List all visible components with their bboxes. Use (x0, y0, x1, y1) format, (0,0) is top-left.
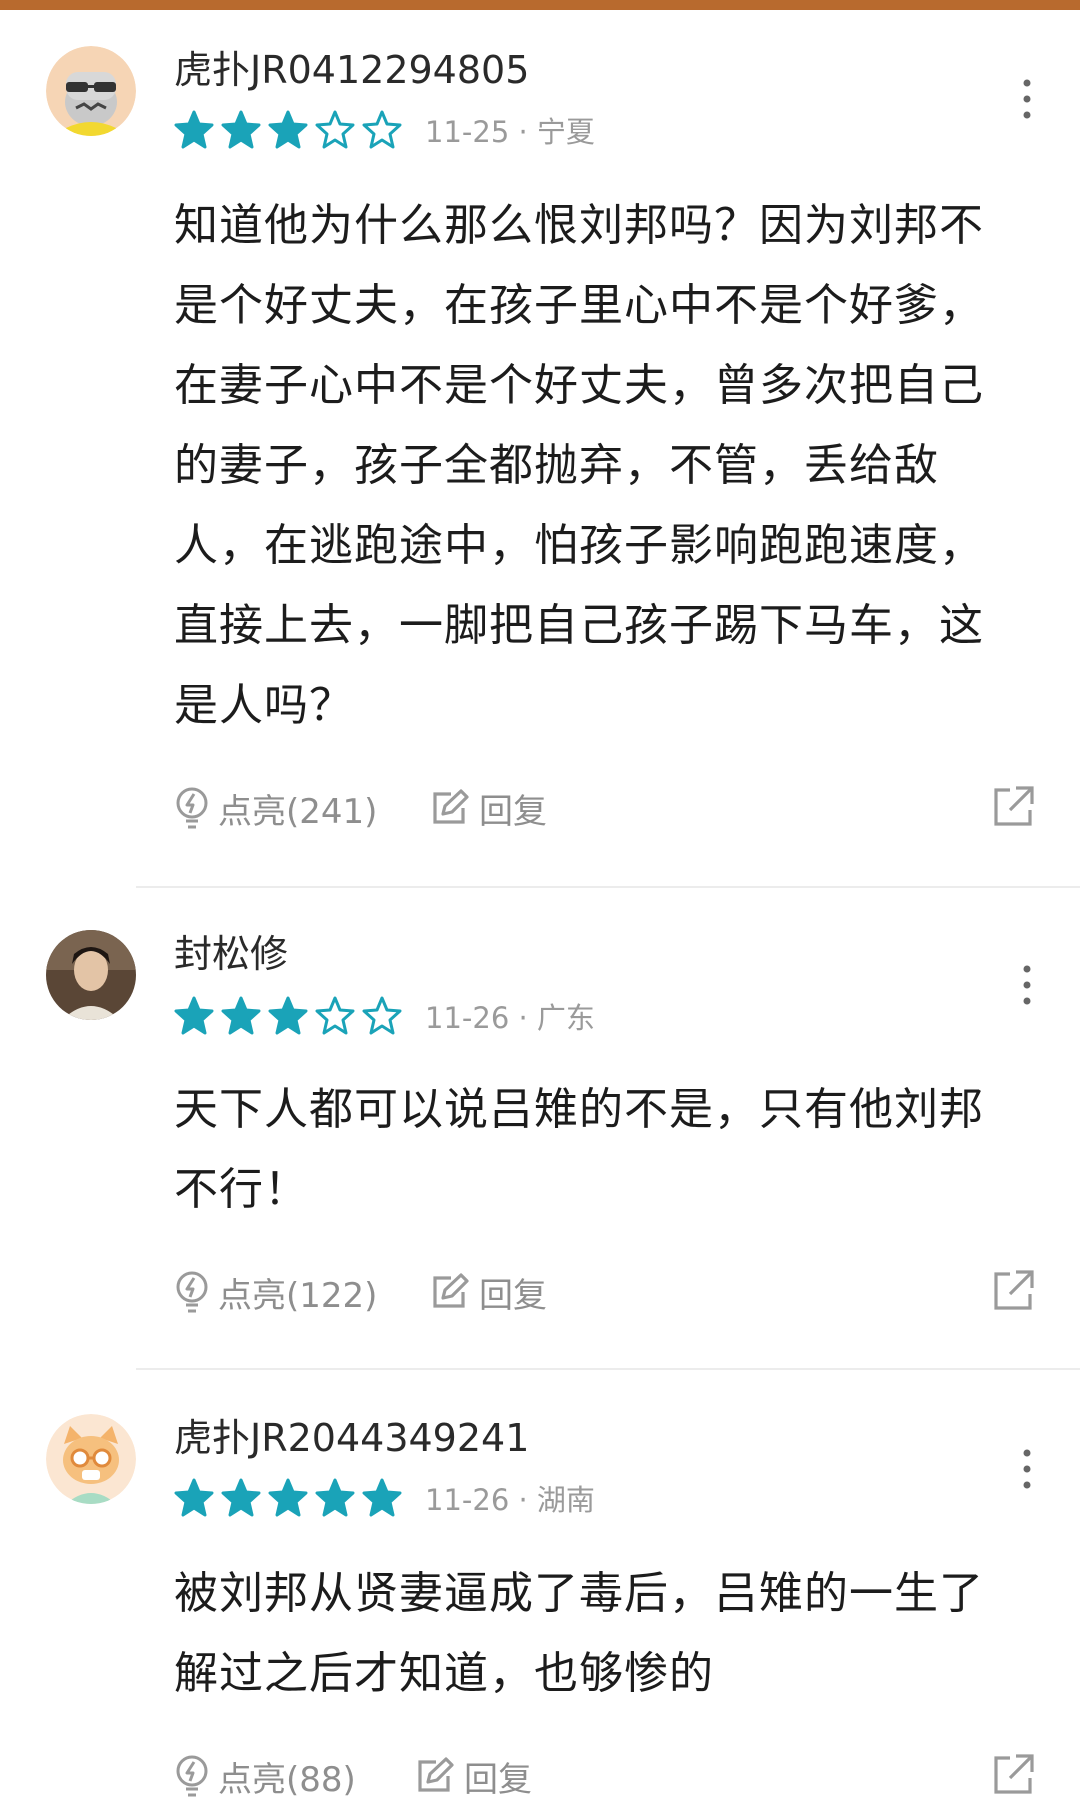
comment-actions: 点亮(241) 回复 (174, 778, 1034, 838)
share-icon[interactable] (992, 784, 1036, 828)
more-options-icon[interactable] (1012, 74, 1042, 124)
comment-actions: 点亮(88) 回复 (174, 1746, 1034, 1806)
like-button[interactable]: 点亮(241) (174, 778, 377, 838)
photo-avatar-icon (46, 930, 136, 1020)
star-filled-icon (221, 1478, 261, 1517)
like-button[interactable]: 点亮(88) (174, 1746, 356, 1806)
reply-label: 回复 (479, 791, 547, 832)
star-empty-icon (315, 996, 355, 1035)
edit-reply-icon (433, 789, 469, 824)
meta-row: 11-26 · 湖南 (174, 1476, 595, 1520)
like-count-label: 点亮(241) (218, 791, 378, 832)
reply-label: 回复 (464, 1759, 532, 1800)
like-button[interactable]: 点亮(122) (174, 1262, 377, 1322)
reply-button[interactable]: 回复 (429, 1262, 547, 1322)
cat-glasses-avatar-icon (46, 1414, 136, 1504)
star-filled-icon (221, 996, 261, 1035)
more-options-icon[interactable] (1012, 1444, 1042, 1494)
star-filled-icon (362, 1478, 402, 1517)
star-filled-icon (174, 1478, 214, 1517)
avatar[interactable] (46, 1414, 136, 1504)
reply-button[interactable]: 回复 (429, 778, 547, 838)
avatar[interactable] (46, 930, 136, 1020)
star-filled-icon (268, 996, 308, 1035)
lightbulb-icon (176, 1271, 208, 1313)
star-rating (174, 1478, 409, 1518)
sunglasses-cartoon-avatar-icon (46, 46, 136, 136)
star-filled-icon (174, 996, 214, 1035)
edit-reply-icon (418, 1757, 454, 1792)
share-icon[interactable] (992, 1268, 1036, 1312)
date-location: 11-25 · 宁夏 (425, 115, 595, 149)
like-count-label: 点亮(122) (218, 1275, 378, 1316)
divider (136, 1368, 1080, 1370)
like-count-label: 点亮(88) (218, 1759, 356, 1800)
more-options-icon[interactable] (1012, 960, 1042, 1010)
star-rating (174, 110, 409, 150)
reply-label: 回复 (479, 1275, 547, 1316)
star-filled-icon (315, 1478, 355, 1517)
meta-row: 11-25 · 宁夏 (174, 108, 595, 152)
star-empty-icon (315, 110, 355, 149)
comment-text: 知道他为什么那么恨刘邦吗？因为刘邦不是个好丈夫，在孩子里心中不是个好爹，在妻子心… (174, 200, 984, 731)
lightbulb-icon (176, 1755, 208, 1797)
meta-row: 11-26 · 广东 (174, 994, 595, 1038)
star-rating (174, 996, 409, 1036)
divider (136, 886, 1080, 888)
star-filled-icon (268, 110, 308, 149)
star-filled-icon (174, 110, 214, 149)
top-accent-bar (0, 0, 1080, 10)
edit-reply-icon (433, 1273, 469, 1308)
username[interactable]: 封松修 (174, 930, 288, 978)
comment-actions: 点亮(122) 回复 (174, 1262, 1034, 1322)
username[interactable]: 虎扑JR2044349241 (174, 1414, 529, 1462)
reply-button[interactable]: 回复 (414, 1746, 532, 1806)
avatar[interactable] (46, 46, 136, 136)
comment-text: 被刘邦从贤妻逼成了毒后，吕雉的一生了解过之后才知道，也够惨的 (174, 1568, 984, 1699)
comment-text: 天下人都可以说吕雉的不是，只有他刘邦不行！ (174, 1084, 984, 1215)
date-location: 11-26 · 湖南 (425, 1483, 595, 1517)
username[interactable]: 虎扑JR0412294805 (174, 46, 529, 94)
star-empty-icon (362, 110, 402, 149)
share-icon[interactable] (992, 1752, 1036, 1796)
star-filled-icon (221, 110, 261, 149)
date-location: 11-26 · 广东 (425, 1001, 595, 1035)
star-empty-icon (362, 996, 402, 1035)
lightbulb-icon (176, 787, 208, 829)
star-filled-icon (268, 1478, 308, 1517)
